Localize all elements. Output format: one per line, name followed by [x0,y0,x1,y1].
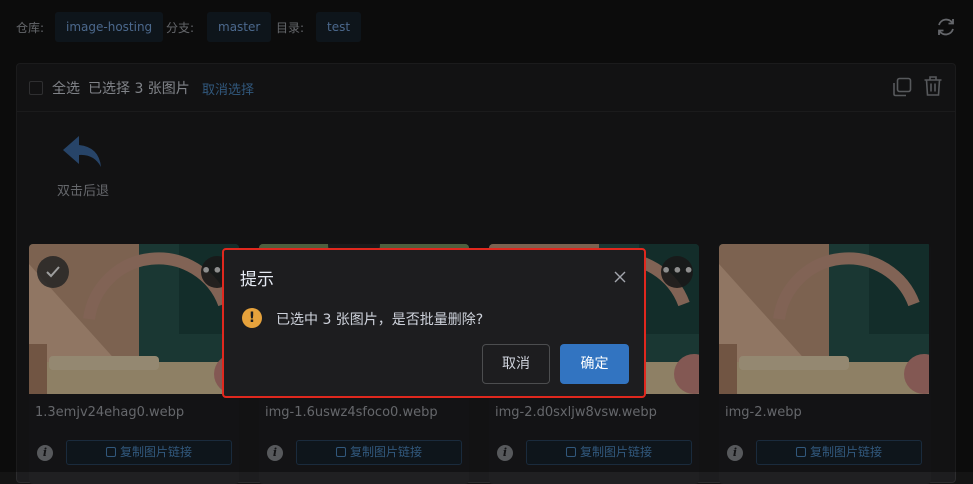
warning-icon: ! [242,308,262,328]
modal-overlay[interactable] [0,0,973,472]
dialog-title: 提示 [240,270,274,290]
cancel-button[interactable]: 取消 [482,344,550,384]
confirm-dialog: 提示 ! 已选中 3 张图片，是否批量删除? 取消 确定 [222,248,646,398]
close-icon[interactable] [614,268,626,283]
dialog-message: 已选中 3 张图片，是否批量删除? [276,312,484,328]
confirm-button[interactable]: 确定 [560,344,629,384]
